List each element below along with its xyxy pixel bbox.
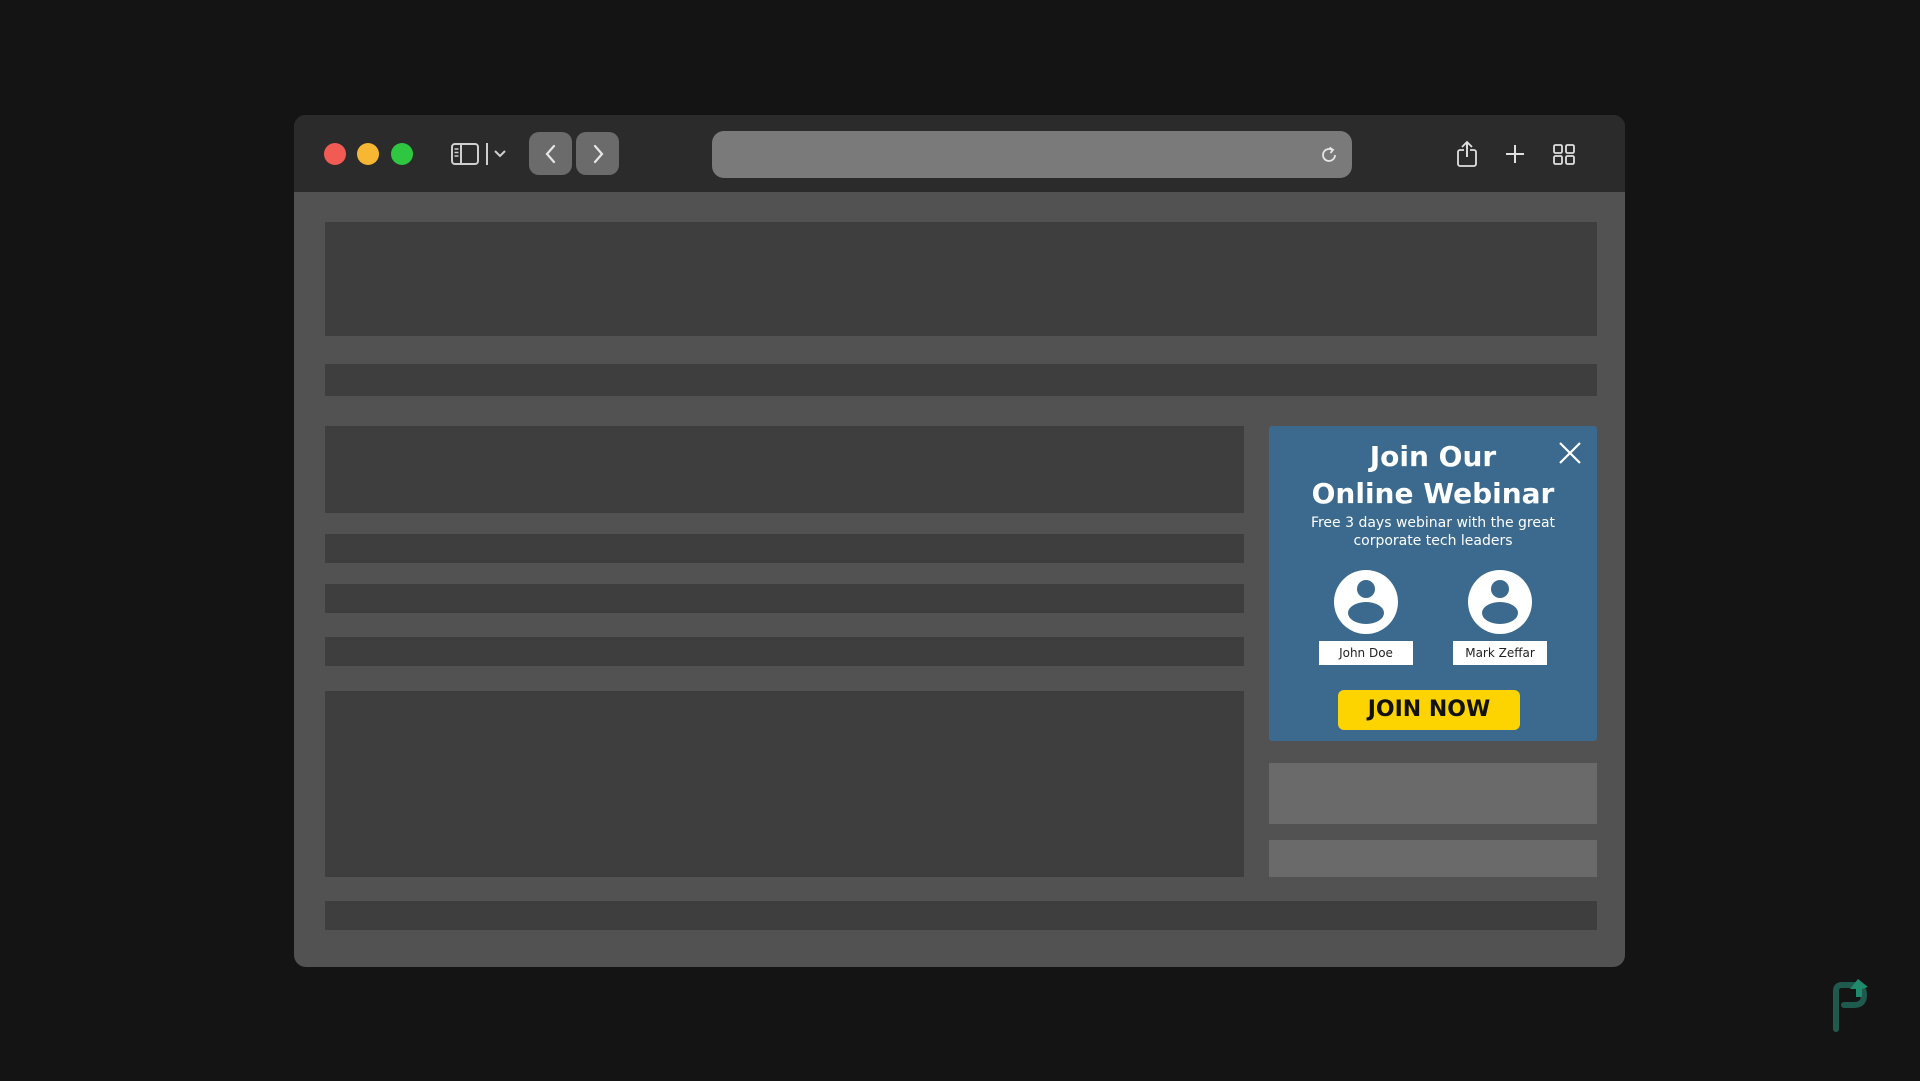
user-avatar-icon	[1468, 570, 1532, 634]
popup-subtitle: Free 3 days webinar with the great corpo…	[1310, 515, 1556, 549]
placeholder-footer	[325, 901, 1597, 930]
chevron-left-icon	[545, 144, 555, 163]
chevron-down-icon[interactable]	[492, 145, 508, 163]
reload-icon[interactable]	[1318, 144, 1340, 166]
placeholder-text-line	[325, 534, 1244, 563]
browser-toolbar	[294, 115, 1625, 192]
minimize-window-button[interactable]	[357, 143, 379, 165]
placeholder-text-line	[325, 637, 1244, 666]
placeholder-sidebar-block	[1269, 763, 1597, 824]
popup-title-line1: Join Our	[1369, 440, 1497, 473]
placeholder-sidebar-block	[1269, 840, 1597, 877]
speaker-card: John Doe	[1319, 570, 1413, 665]
popup-title: Join Our Online Webinar	[1269, 438, 1597, 512]
popup-title-line2: Online Webinar	[1311, 477, 1555, 510]
share-icon[interactable]	[1453, 139, 1481, 169]
back-button[interactable]	[529, 132, 572, 175]
chevron-right-icon	[593, 144, 603, 163]
webinar-popup: Join Our Online Webinar Free 3 days webi…	[1269, 426, 1597, 741]
sidebar-icon[interactable]	[450, 142, 480, 166]
speaker-name: John Doe	[1319, 641, 1413, 665]
grid-icon[interactable]	[1550, 139, 1578, 169]
speaker-name: Mark Zeffar	[1453, 641, 1547, 665]
plus-icon[interactable]	[1501, 139, 1529, 169]
join-now-button[interactable]: JOIN NOW	[1338, 690, 1520, 730]
toolbar-divider	[486, 143, 488, 165]
address-bar[interactable]	[712, 131, 1352, 178]
placeholder-nav-bar	[325, 364, 1597, 396]
zoom-window-button[interactable]	[391, 143, 413, 165]
placeholder-hero	[325, 222, 1597, 336]
forward-button[interactable]	[576, 132, 619, 175]
browser-window: Join Our Online Webinar Free 3 days webi…	[294, 115, 1625, 967]
user-avatar-icon	[1334, 570, 1398, 634]
placeholder-text-line	[325, 584, 1244, 613]
placeholder-content-block	[325, 426, 1244, 513]
close-window-button[interactable]	[324, 143, 346, 165]
placeholder-content-block	[325, 691, 1244, 877]
brand-logo-icon	[1832, 977, 1872, 1032]
speaker-card: Mark Zeffar	[1453, 570, 1547, 665]
